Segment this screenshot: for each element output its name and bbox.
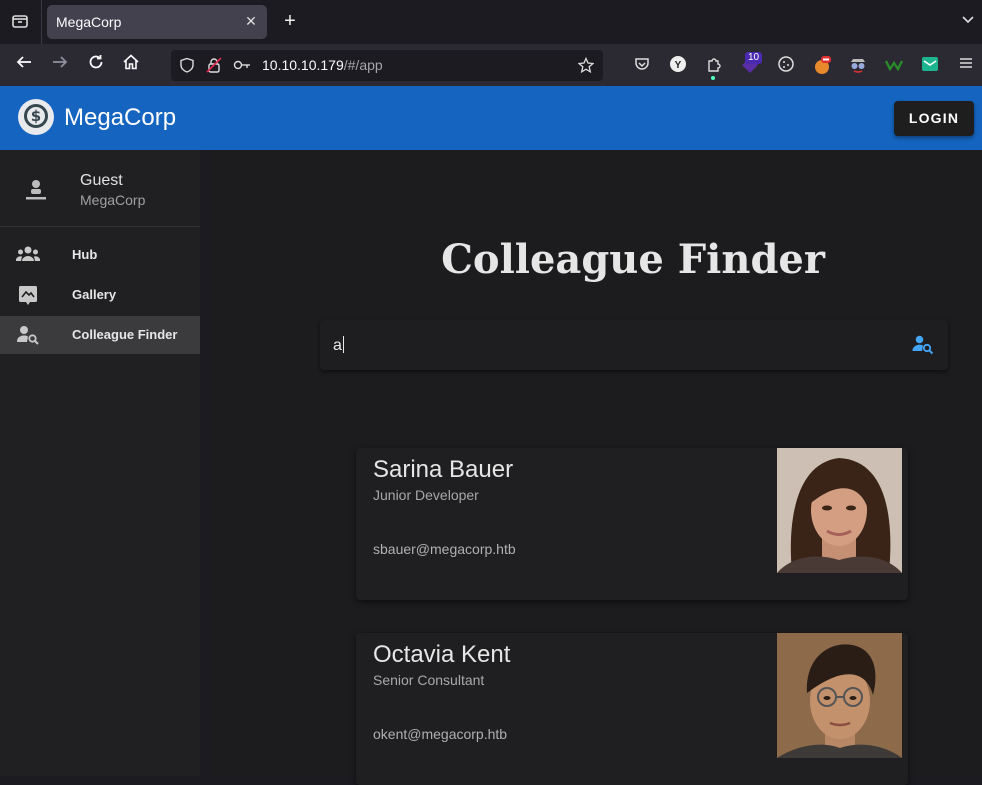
colleague-card[interactable]: Sarina Bauer Junior Developer sbauer@meg…	[356, 448, 908, 600]
cookie-icon[interactable]	[776, 55, 796, 75]
text-caret	[342, 336, 344, 353]
user-org: MegaCorp	[80, 192, 146, 208]
tab-list-icon[interactable]	[10, 13, 30, 31]
forward-icon[interactable]	[48, 53, 72, 77]
hamburger-menu-icon[interactable]	[956, 55, 976, 75]
user-name: Guest	[80, 172, 123, 189]
colleague-photo	[777, 633, 902, 758]
colleague-card[interactable]: Octavia Kent Senior Consultant okent@meg…	[356, 633, 908, 785]
colleague-role: Junior Developer	[373, 487, 479, 503]
tab-separator	[41, 0, 42, 44]
spy-glasses-icon[interactable]	[848, 55, 868, 75]
user-block: Guest MegaCorp	[0, 150, 200, 227]
search-input[interactable]: a	[333, 336, 344, 355]
app-header: $ MegaCorp LOGIN	[0, 86, 982, 150]
reload-icon[interactable]	[84, 53, 108, 77]
close-icon[interactable]: ✕	[243, 13, 259, 29]
url-host: 10.10.10.179	[262, 57, 344, 73]
home-icon[interactable]	[119, 53, 143, 77]
person-search-icon[interactable]	[912, 334, 934, 356]
chevron-down-icon[interactable]	[960, 13, 976, 29]
colleague-role: Senior Consultant	[373, 672, 485, 688]
gallery-icon	[16, 284, 40, 306]
browser-tab[interactable]: MegaCorp ✕	[47, 5, 267, 39]
sidebar-item-label: Colleague Finder	[72, 327, 178, 342]
sidebar-item-hub[interactable]: Hub	[0, 236, 200, 274]
yandex-icon[interactable]: Y	[668, 55, 688, 75]
url-bar[interactable]: 10.10.10.179/#/app	[171, 50, 603, 81]
page-title: Colleague Finder	[441, 236, 825, 283]
sidebar-item-colleague-finder[interactable]: Colleague Finder	[0, 316, 200, 354]
url-path: /#/app	[343, 57, 383, 73]
dollar-icon: $	[24, 104, 48, 128]
new-tab-icon[interactable]: +	[280, 11, 300, 31]
wappalyzer-icon[interactable]	[884, 55, 904, 75]
group-icon	[15, 244, 41, 266]
user-icon	[24, 178, 48, 202]
foxyproxy-icon[interactable]	[812, 55, 832, 75]
person-search-icon	[16, 324, 40, 346]
sidebar: Guest MegaCorp Hub Gallery Colleague Fin…	[0, 150, 200, 776]
login-button[interactable]: LOGIN	[894, 101, 974, 136]
tab-title: MegaCorp	[56, 14, 122, 30]
key-icon[interactable]	[233, 57, 250, 73]
sidebar-item-label: Hub	[72, 247, 98, 262]
url-text[interactable]: 10.10.10.179/#/app	[262, 57, 383, 73]
megacorp-logo: $	[18, 99, 54, 135]
back-icon[interactable]	[12, 53, 36, 77]
bookmark-star-icon[interactable]	[577, 56, 595, 74]
colleague-email: okent@megacorp.htb	[373, 726, 508, 742]
sidebar-item-gallery[interactable]: Gallery	[0, 276, 200, 314]
colleague-photo	[777, 448, 902, 573]
browser-tab-bar: MegaCorp ✕ +	[0, 0, 982, 44]
pocket-icon[interactable]	[632, 55, 652, 75]
colleague-email: sbauer@megacorp.htb	[373, 541, 516, 557]
brand-name: MegaCorp	[64, 104, 177, 131]
shield-icon[interactable]	[179, 57, 195, 73]
browser-nav-bar: 10.10.10.179/#/app Y 10	[0, 44, 982, 86]
update-dot	[711, 76, 715, 80]
mail-icon[interactable]	[920, 55, 940, 75]
colleague-name: Sarina Bauer	[373, 456, 514, 483]
colleague-search-field[interactable]: a	[320, 320, 948, 370]
insecure-lock-icon[interactable]	[206, 57, 222, 73]
extension-badge: 10	[745, 52, 763, 64]
sidebar-item-label: Gallery	[72, 287, 117, 302]
main-content: Colleague Finder a Sarina Bauer Junior D…	[210, 150, 982, 785]
colleague-name: Octavia Kent	[373, 641, 511, 668]
extensions-puzzle-icon[interactable]	[704, 55, 724, 75]
svg-text:Y: Y	[675, 60, 682, 71]
search-input-value: a	[333, 337, 342, 354]
